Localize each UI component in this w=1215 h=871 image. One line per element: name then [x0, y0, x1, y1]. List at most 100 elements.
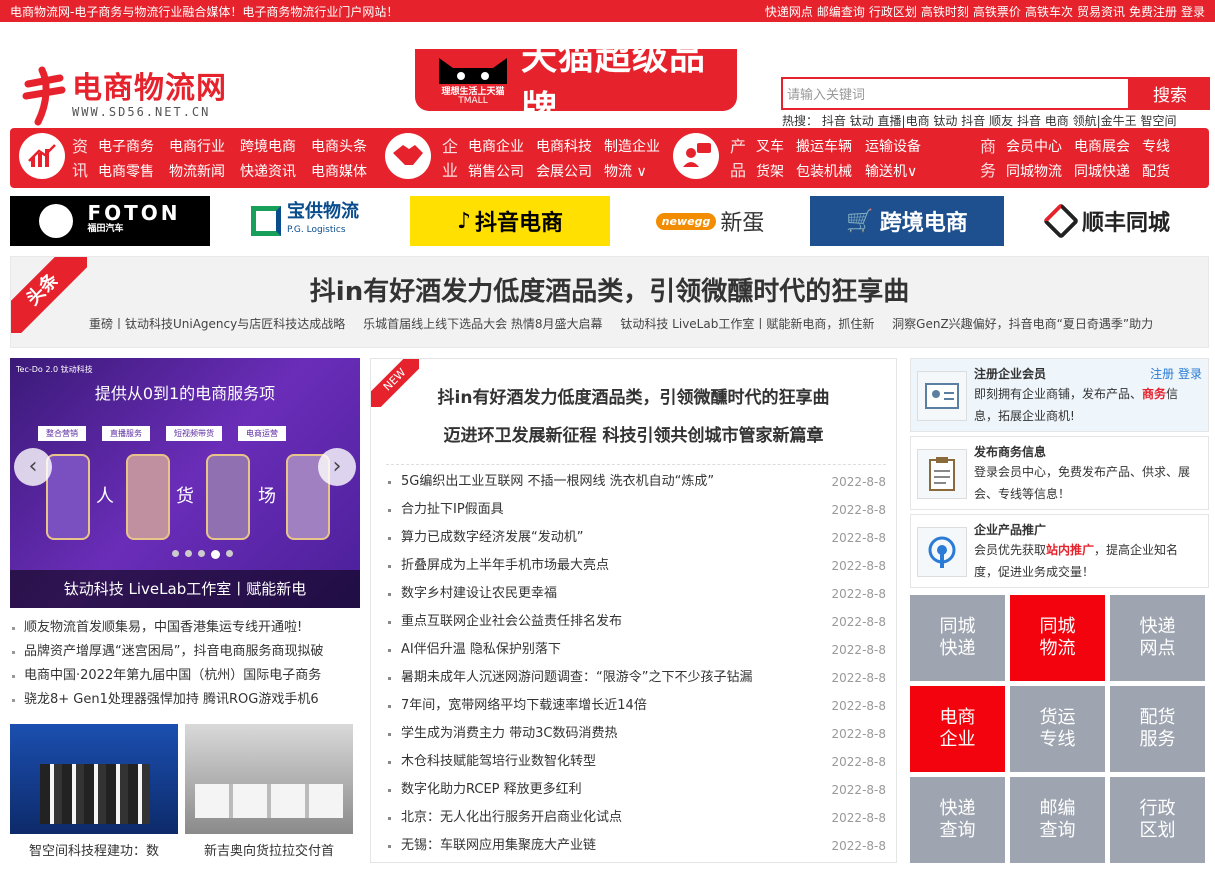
nav-item[interactable]: 物流新闻	[169, 161, 225, 181]
list-item[interactable]: 骁龙8+ Gen1处理器强悍加持 腾讯ROG游戏手机6	[10, 688, 360, 712]
nav-item[interactable]: 物流 ∨	[604, 161, 647, 181]
card-promote[interactable]: 企业产品推广 会员优先获取站内推广，提高企业知名度，促进业务成交量！	[910, 514, 1209, 588]
slider-dot-active[interactable]	[211, 550, 220, 559]
nav-item[interactable]: 会展公司	[536, 161, 592, 181]
top-link-train-time[interactable]: 高铁时刻	[921, 5, 969, 19]
service-tile[interactable]: 快递 查询	[910, 777, 1005, 863]
nav-item[interactable]: 包装机械	[796, 161, 852, 181]
hot-item[interactable]: 顺友	[989, 114, 1013, 128]
nav-item[interactable]: 输送机∨	[865, 161, 917, 181]
ad-shunfeng[interactable]: 顺丰同城	[1034, 196, 1184, 246]
hot-item[interactable]: 钛动	[850, 114, 874, 128]
headline-sub-link[interactable]: 乐城首届线上线下选品大会 热情8月盛大启幕	[363, 317, 602, 331]
top-link-zipcode[interactable]: 邮编查询	[817, 5, 865, 19]
nav-item[interactable]: 同城快递	[1074, 161, 1130, 181]
login-link[interactable]: 登录	[1178, 367, 1202, 381]
image-slider[interactable]: Tec-Do 2.0 钛动科技 提供从0到1的电商服务项 整合营销 直播服务 短…	[10, 358, 360, 608]
headline-sub-link[interactable]: 钛动科技 LiveLab工作室丨赋能新电商，抓住新	[620, 317, 874, 331]
slider-dot[interactable]	[226, 550, 233, 557]
hot-item[interactable]: 抖音	[961, 114, 985, 128]
top-link-train-number[interactable]: 高铁车次	[1025, 5, 1073, 19]
slider-prev-arrow-icon[interactable]: ‹	[14, 448, 52, 486]
hot-item[interactable]: 领航|金牛王	[1073, 114, 1137, 128]
nav-item[interactable]: 配货	[1142, 161, 1170, 181]
thumb-caption[interactable]: 智空间科技程建功：数	[10, 840, 178, 859]
service-tile[interactable]: 货运 专线	[1010, 686, 1105, 772]
hot-item[interactable]: 直播|电商	[878, 114, 930, 128]
center-headline[interactable]: 抖in有好酒发力低度酒品类，引领微醺时代的狂享曲	[371, 383, 896, 408]
site-logo[interactable]: 电商物流网 WWW.SD56.NET.CN	[22, 66, 227, 126]
nav-item[interactable]: 电子商务	[98, 136, 154, 156]
search-input[interactable]: 请输入关键词	[781, 77, 1130, 110]
thumb-caption[interactable]: 新吉奥向货拉拉交付首	[185, 840, 353, 859]
news-item[interactable]: 木仓科技赋能驾培行业数智化转型 2022-8-8	[386, 748, 886, 776]
nav-item[interactable]: 电商头条	[311, 136, 367, 156]
headline-sub-link[interactable]: 重磅丨钛动科技UniAgency与店匠科技达成战略	[89, 317, 345, 331]
center-headline-2[interactable]: 迈进环卫发展新征程 科技引领共创城市管家新篇章	[371, 421, 896, 446]
nav-item[interactable]: 同城物流	[1006, 161, 1062, 181]
slider-dot[interactable]	[172, 550, 179, 557]
slider-caption[interactable]: 钛动科技 LiveLab工作室丨赋能新电	[10, 570, 360, 608]
top-link-admin-division[interactable]: 行政区划	[869, 5, 917, 19]
headline-sub-link[interactable]: 洞察GenZ兴趣偏好，抖音电商“夏日奇遇季”助力	[892, 317, 1153, 331]
news-item[interactable]: 学生成为消费主力 带动3C数码消费热 2022-8-8	[386, 720, 886, 748]
card-publish[interactable]: 发布商务信息 登录会员中心，免费发布产品、供求、展会、专线等信息！	[910, 436, 1209, 510]
nav-item[interactable]: 运输设备	[865, 136, 921, 156]
nav-item[interactable]: 会员中心	[1006, 136, 1062, 156]
nav-item[interactable]: 销售公司	[468, 161, 524, 181]
ad-foton[interactable]: FOTON 福田汽车	[10, 196, 210, 246]
nav-item[interactable]: 电商科技	[536, 136, 592, 156]
top-link-register[interactable]: 免费注册	[1129, 5, 1177, 19]
thumb-image-vans[interactable]	[185, 724, 353, 834]
register-link[interactable]: 注册	[1150, 367, 1174, 381]
slider-dot[interactable]	[185, 550, 192, 557]
slider-next-arrow-icon[interactable]: ›	[318, 448, 356, 486]
list-item[interactable]: 电商中国·2022年第九届中国（杭州）国际电子商务	[10, 664, 360, 688]
news-item[interactable]: 数字乡村建设让农民更幸福 2022-8-8	[386, 580, 886, 608]
service-tile[interactable]: 电商 企业	[910, 686, 1005, 772]
news-item[interactable]: 重点互联网企业社会公益责任排名发布 2022-8-8	[386, 608, 886, 636]
list-item[interactable]: 品牌资产增厚遇“迷宫困局”，抖音电商服务商现拟破	[10, 640, 360, 664]
hot-item[interactable]: 电商	[1045, 114, 1069, 128]
hot-item[interactable]: 抖音	[1017, 114, 1041, 128]
nav-item[interactable]: 电商零售	[98, 161, 154, 181]
news-item[interactable]: 折叠屏成为上半年手机市场最大亮点 2022-8-8	[386, 552, 886, 580]
tmall-banner[interactable]: 理想生活上天猫 TMALL 天猫超级品牌	[415, 37, 737, 130]
service-tile[interactable]: 快递 网点	[1110, 595, 1205, 681]
top-link-express-points[interactable]: 快递网点	[765, 5, 813, 19]
nav-item[interactable]: 电商媒体	[311, 161, 367, 181]
service-tile[interactable]: 同城 快递	[910, 595, 1005, 681]
news-item[interactable]: 合力扯下IP假面具 2022-8-8	[386, 496, 886, 524]
service-tile[interactable]: 配货 服务	[1110, 686, 1205, 772]
service-tile[interactable]: 同城 物流	[1010, 595, 1105, 681]
headline-title[interactable]: 抖in有好酒发力低度酒品类，引领微醺时代的狂享曲	[11, 271, 1208, 308]
hot-item[interactable]: 钛动	[933, 114, 957, 128]
top-link-train-price[interactable]: 高铁票价	[973, 5, 1021, 19]
service-tile[interactable]: 行政 区划	[1110, 777, 1205, 863]
hot-item[interactable]: 抖音	[822, 114, 846, 128]
nav-item[interactable]: 电商行业	[169, 136, 225, 156]
ad-baogong[interactable]: 宝供物流 P.G. Logistics	[240, 196, 370, 246]
list-item[interactable]: 顺友物流首发顺集易，中国香港集运专线开通啦!	[10, 616, 360, 640]
nav-item[interactable]: 电商企业	[468, 136, 524, 156]
nav-item[interactable]: 搬运车辆	[796, 136, 852, 156]
ad-douyin[interactable]: ♪ 抖音电商	[410, 196, 610, 246]
nav-item[interactable]: 货架	[756, 161, 784, 181]
news-item[interactable]: 北京：无人化出行服务开启商业化试点 2022-8-8	[386, 804, 886, 832]
news-item[interactable]: 数字化助力RCEP 释放更多红利 2022-8-8	[386, 776, 886, 804]
top-link-trade-news[interactable]: 贸易资讯	[1077, 5, 1125, 19]
news-item[interactable]: 暑期未成年人沉迷网游问题调查：“限游令”之下不少孩子钻漏 2022-8-8	[386, 664, 886, 692]
top-link-login[interactable]: 登录	[1181, 5, 1205, 19]
ad-kuajing[interactable]: 🛒 跨境电商	[810, 196, 1004, 246]
nav-item[interactable]: 电商展会	[1074, 136, 1130, 156]
news-item[interactable]: 算力已成数字经济发展“发动机” 2022-8-8	[386, 524, 886, 552]
card-register[interactable]: 注册企业会员 注册 登录 即刻拥有企业商铺，发布产品、商务信息，拓展企业商机!	[910, 358, 1209, 432]
slider-dot[interactable]	[198, 550, 205, 557]
nav-item[interactable]: 叉车	[756, 136, 784, 156]
nav-item[interactable]: 快递资讯	[240, 161, 296, 181]
news-item[interactable]: AI伴侣升温 隐私保护别落下 2022-8-8	[386, 636, 886, 664]
news-item[interactable]: 5G编织出工业互联网 不插一根网线 洗衣机自动“炼成” 2022-8-8	[386, 468, 886, 496]
service-tile[interactable]: 邮编 查询	[1010, 777, 1105, 863]
news-item[interactable]: 无锡：车联网应用集聚庞大产业链 2022-8-8	[386, 832, 886, 860]
news-item[interactable]: 7年间，宽带网络平均下载速率增长近14倍 2022-8-8	[386, 692, 886, 720]
